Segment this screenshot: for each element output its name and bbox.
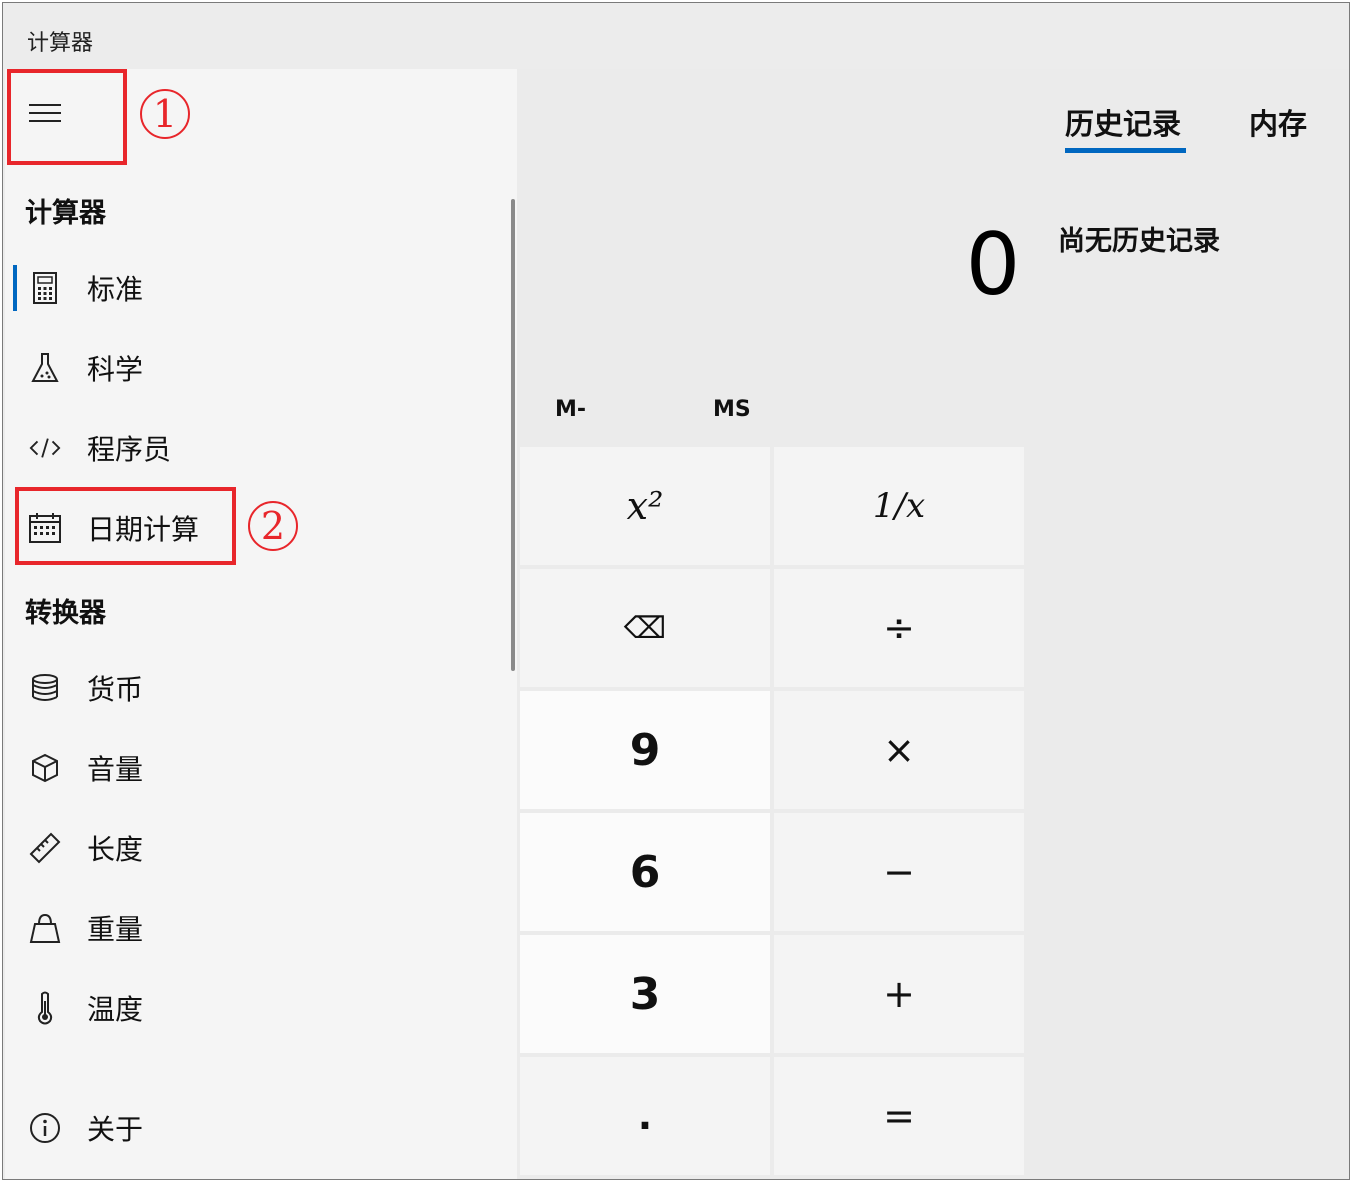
minus-label: − bbox=[883, 850, 915, 894]
digit-9-button[interactable]: 9 bbox=[520, 691, 770, 809]
digit-6-label: 6 bbox=[629, 846, 661, 898]
tab-history[interactable]: 历史记录 bbox=[1065, 101, 1181, 143]
annotation-number-1: 1 bbox=[140, 89, 190, 139]
nav-label-about: 关于 bbox=[87, 1113, 144, 1146]
multiply-button[interactable]: × bbox=[774, 691, 1024, 809]
tab-memory[interactable]: 内存 bbox=[1249, 101, 1307, 143]
digit-9-label: 9 bbox=[629, 724, 661, 776]
nav-label-currency: 货币 bbox=[87, 673, 144, 706]
calculator-icon bbox=[29, 272, 61, 304]
square-label: x² bbox=[626, 484, 664, 528]
nav-label-standard: 标准 bbox=[87, 273, 144, 306]
square-button[interactable]: x² bbox=[520, 447, 770, 565]
nav-label-temperature: 温度 bbox=[87, 993, 144, 1026]
nav-item-temperature[interactable]: 温度 bbox=[15, 978, 495, 1038]
digit-6-button[interactable]: 6 bbox=[520, 813, 770, 931]
nav-item-programmer[interactable]: 程序员 bbox=[15, 418, 495, 478]
section-heading-calculator: 计算器 bbox=[25, 198, 106, 229]
history-empty-message: 尚无历史记录 bbox=[1058, 226, 1220, 257]
memory-store-button[interactable]: MS bbox=[713, 397, 751, 422]
nav-item-volume[interactable]: 音量 bbox=[15, 738, 495, 798]
nav-item-currency[interactable]: 货币 bbox=[15, 658, 495, 718]
weight-icon bbox=[29, 912, 61, 944]
calculator-window: 计算器 历史记录 内存 尚无历史记录 0 M- MS x² 1/x ⌫ ÷ 9 … bbox=[2, 2, 1350, 1180]
decimal-label: . bbox=[637, 1094, 653, 1138]
multiply-label: × bbox=[883, 728, 915, 772]
info-icon bbox=[29, 1112, 61, 1144]
reciprocal-button[interactable]: 1/x bbox=[774, 447, 1024, 565]
nav-label-volume: 音量 bbox=[87, 753, 144, 786]
nav-label-length: 长度 bbox=[87, 833, 144, 866]
equals-button[interactable]: = bbox=[774, 1057, 1024, 1175]
display-value: 0 bbox=[965, 215, 1021, 315]
equals-label: = bbox=[883, 1094, 915, 1138]
code-icon bbox=[29, 432, 61, 464]
memory-minus-button[interactable]: M- bbox=[555, 397, 586, 422]
nav-item-weight[interactable]: 重量 bbox=[15, 898, 495, 958]
plus-label: + bbox=[883, 972, 915, 1016]
nav-item-standard[interactable]: 标准 bbox=[15, 258, 495, 318]
nav-label-scientific: 科学 bbox=[87, 353, 144, 386]
nav-scrollbar[interactable] bbox=[511, 199, 515, 671]
annotation-box-1 bbox=[7, 69, 127, 165]
section-heading-converter: 转换器 bbox=[25, 598, 106, 629]
plus-button[interactable]: + bbox=[774, 935, 1024, 1053]
ruler-icon bbox=[29, 832, 61, 864]
coins-icon bbox=[29, 672, 61, 704]
cube-icon bbox=[29, 752, 61, 784]
decimal-button[interactable]: . bbox=[520, 1057, 770, 1175]
nav-label-weight: 重量 bbox=[87, 913, 144, 946]
thermometer-icon bbox=[29, 991, 61, 1025]
window-title: 计算器 bbox=[27, 31, 94, 56]
flask-icon bbox=[29, 352, 61, 384]
digit-3-label: 3 bbox=[629, 968, 661, 1020]
divide-label: ÷ bbox=[883, 606, 915, 650]
backspace-icon: ⌫ bbox=[623, 610, 667, 646]
annotation-box-2 bbox=[15, 487, 236, 565]
nav-item-about[interactable]: 关于 bbox=[15, 1098, 495, 1158]
backspace-button[interactable]: ⌫ bbox=[520, 569, 770, 687]
nav-label-programmer: 程序员 bbox=[87, 433, 172, 466]
divide-button[interactable]: ÷ bbox=[774, 569, 1024, 687]
nav-item-length[interactable]: 长度 bbox=[15, 818, 495, 878]
tab-history-underline bbox=[1065, 148, 1186, 153]
reciprocal-label: 1/x bbox=[872, 486, 926, 526]
annotation-number-2: 2 bbox=[248, 501, 298, 551]
digit-3-button[interactable]: 3 bbox=[520, 935, 770, 1053]
nav-item-scientific[interactable]: 科学 bbox=[15, 338, 495, 398]
minus-button[interactable]: − bbox=[774, 813, 1024, 931]
